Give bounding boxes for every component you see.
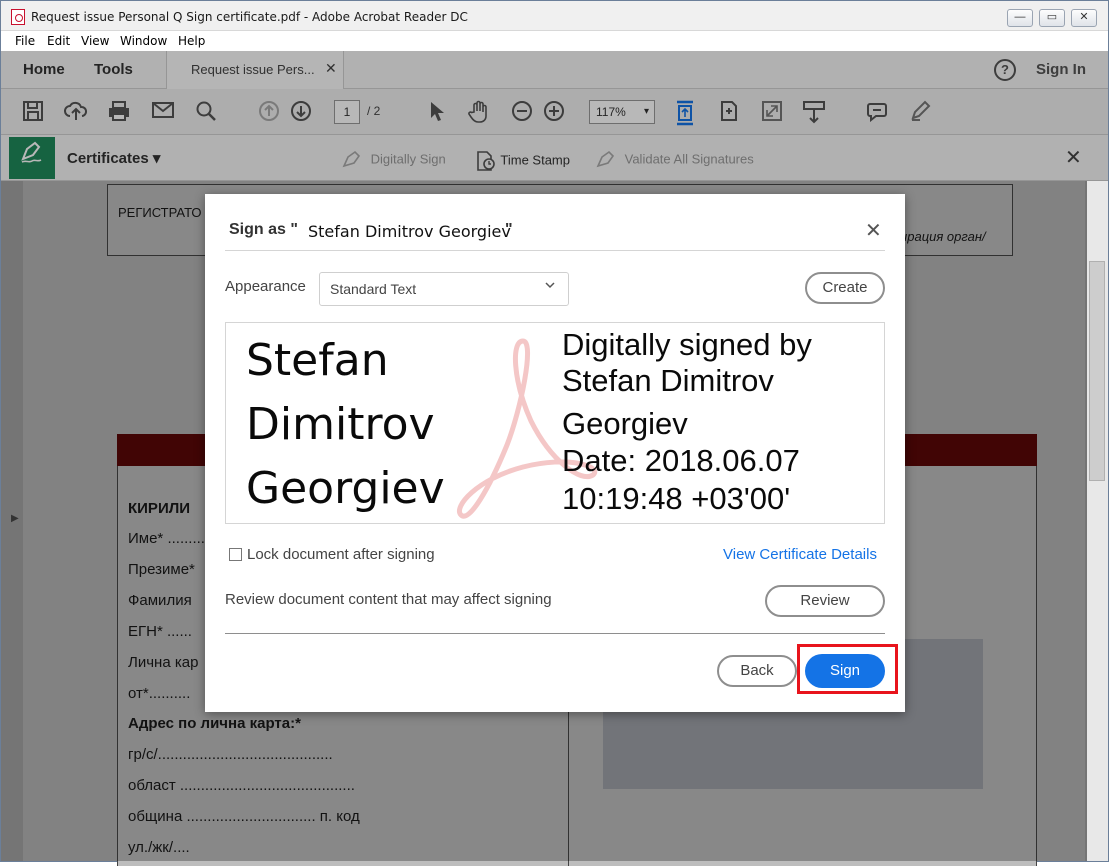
preview-info-line-3: Georgiev	[562, 406, 688, 441]
window-title: Request issue Personal Q Sign certificat…	[31, 10, 468, 24]
appearance-select[interactable]: Standard Text	[319, 272, 569, 306]
preview-info-line-2: Stefan Dimitrov	[562, 363, 774, 398]
menu-edit[interactable]: Edit	[47, 34, 70, 48]
dialog-divider	[225, 250, 885, 251]
scrollbar-thumb[interactable]	[1089, 261, 1105, 481]
chevron-down-icon	[545, 282, 555, 289]
menu-bar: File Edit View Window Help	[1, 31, 1108, 51]
preview-name-line-2: Dimitrov	[246, 399, 435, 450]
vertical-scrollbar[interactable]	[1087, 181, 1108, 861]
back-button[interactable]: Back	[717, 655, 797, 687]
dialog-title: Sign as "	[229, 221, 298, 238]
signature-preview: Stefan Dimitrov Georgiev Digitally signe…	[225, 322, 885, 524]
maximize-button[interactable]: ▭	[1039, 9, 1065, 27]
signer-name: Stefan Dimitrov Georgiev	[300, 218, 519, 246]
dialog-title-end: "	[505, 221, 513, 238]
view-certificate-link[interactable]: View Certificate Details	[723, 546, 877, 563]
preview-name-line-3: Georgiev	[246, 463, 445, 514]
dialog-footer-divider	[225, 633, 885, 634]
preview-info-line-4: Date: 2018.06.07	[562, 443, 800, 478]
appearance-label: Appearance	[225, 278, 306, 295]
menu-help[interactable]: Help	[178, 34, 205, 48]
title-bar: Request issue Personal Q Sign certificat…	[1, 1, 1108, 31]
review-description: Review document content that may affect …	[225, 591, 552, 608]
menu-file[interactable]: File	[15, 34, 35, 48]
create-button[interactable]: Create	[805, 272, 885, 304]
menu-window[interactable]: Window	[120, 34, 167, 48]
left-panel-toggle-icon[interactable]: ▶	[11, 513, 19, 524]
preview-name-line-1: Stefan	[246, 335, 389, 386]
minimize-button[interactable]: —	[1007, 9, 1033, 27]
acrobat-pdf-icon	[11, 9, 25, 25]
close-window-button[interactable]: ✕	[1071, 9, 1097, 27]
dialog-close-icon[interactable]: ✕	[865, 218, 882, 243]
menu-view[interactable]: View	[81, 34, 109, 48]
lock-document-label: Lock document after signing	[247, 546, 435, 563]
sign-dialog: Sign as " Stefan Dimitrov Georgiev " ✕ A…	[205, 194, 905, 712]
lock-document-checkbox[interactable]	[229, 548, 242, 561]
preview-info-line-5: 10:19:48 +03'00'	[562, 481, 791, 516]
preview-info-line-1: Digitally signed by	[562, 327, 812, 362]
app-window: Request issue Personal Q Sign certificat…	[0, 0, 1109, 866]
sign-button[interactable]: Sign	[805, 654, 885, 688]
review-button[interactable]: Review	[765, 585, 885, 617]
